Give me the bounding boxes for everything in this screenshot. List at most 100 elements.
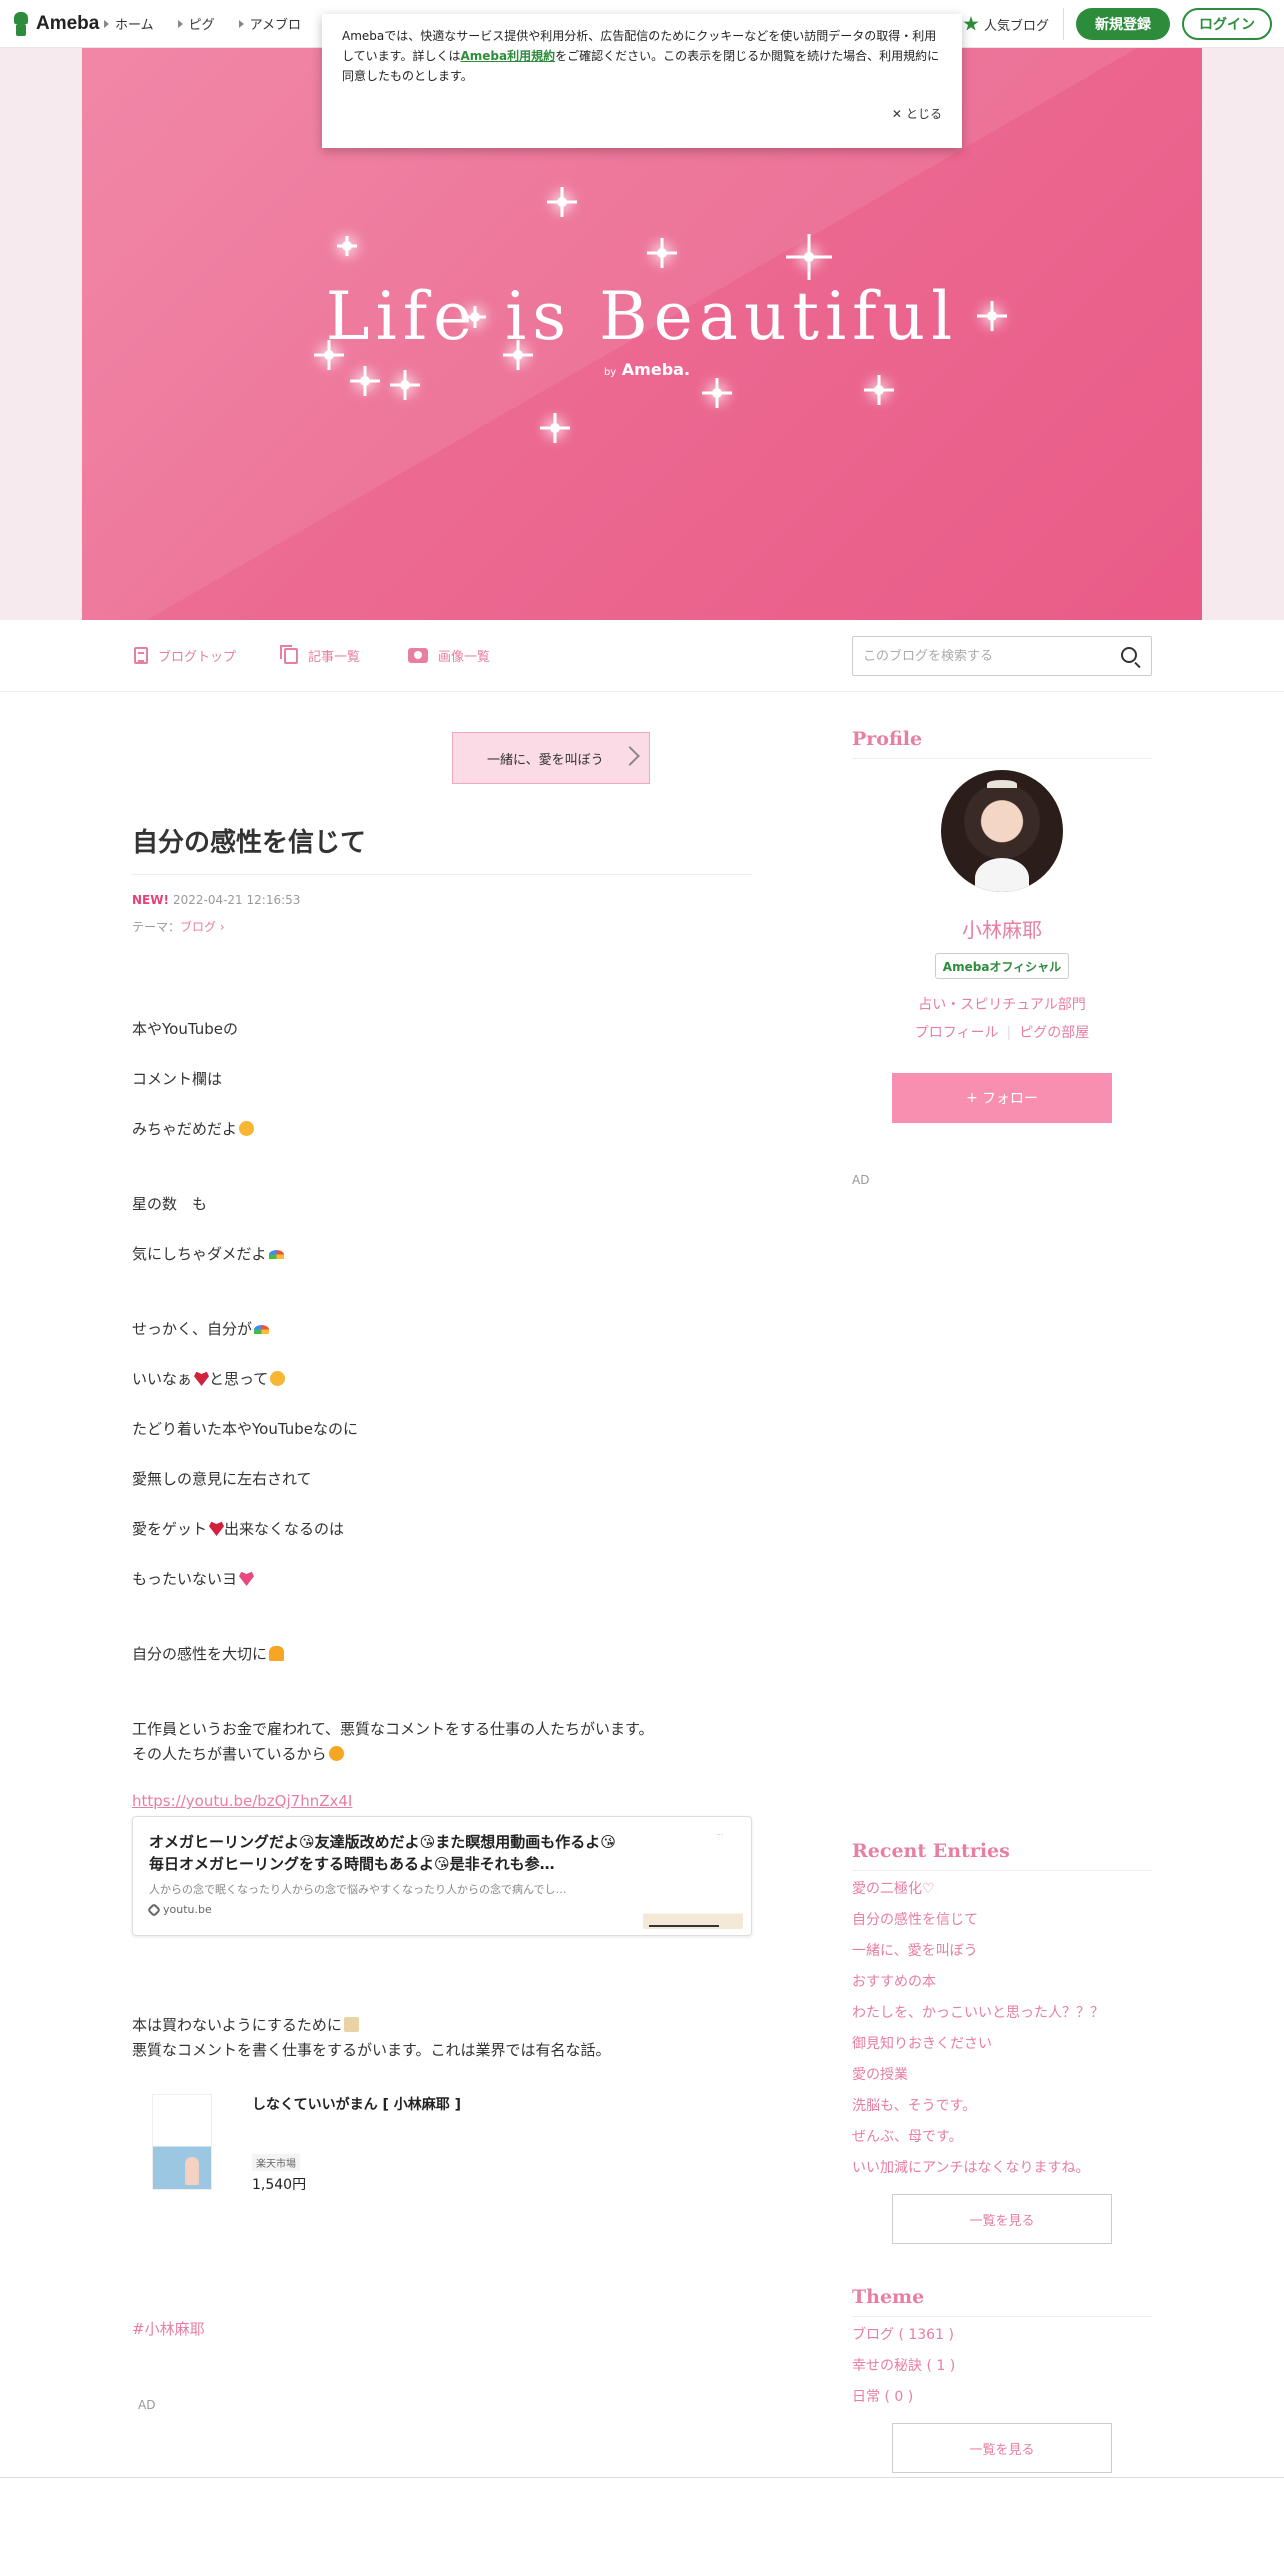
recent-entry-link[interactable]: 愛の二極化♡ <box>852 1878 935 1898</box>
heart-emoji-icon <box>194 1371 210 1386</box>
ameba-logo-icon <box>12 12 30 36</box>
theme-link[interactable]: ブログ ( 1361 ) <box>852 2324 954 2344</box>
divider <box>852 2316 1152 2317</box>
recent-entry-link[interactable]: いい加減にアンチはなくなりますね。 <box>852 2157 1089 2177</box>
related-entry-banner[interactable]: 一緒に、愛を叫ぼう <box>452 732 650 784</box>
profile-name[interactable]: 小林麻耶 <box>852 914 1152 943</box>
article-line: 本やYouTubeの <box>132 1020 238 1038</box>
chevron-right-icon <box>620 746 640 766</box>
recent-entry-link[interactable]: 一緒に、愛を叫ぼう <box>852 1940 978 1960</box>
rainbow-emoji-icon <box>254 1325 270 1334</box>
cookie-text: Amebaでは、快適なサービス提供や利用分析、広告配信のためにクッキーなどを使い… <box>342 29 940 83</box>
nav-blog-top[interactable]: ブログトップ <box>134 646 236 665</box>
login-button[interactable]: ログイン <box>1182 8 1272 40</box>
article-line: 工作員というお金で雇われて、悪質なコメントをする仕事の人たちがいます。 <box>132 1720 654 1738</box>
article-title[interactable]: 自分の感性を信じて <box>132 822 366 859</box>
article-line: 愛をゲット 出来なくなるのは <box>132 1520 345 1538</box>
product-card[interactable]: しなくていいがまん [ 小林麻耶 ] 楽天市場 1,540円 <box>132 2094 692 2194</box>
product-shop: 楽天市場 <box>252 2154 300 2171</box>
two-hearts-emoji-icon <box>239 1571 255 1586</box>
close-icon: ✕ <box>891 106 902 121</box>
terms-link[interactable]: Ameba利用規約 <box>460 49 555 63</box>
popular-blog-link[interactable]: 人気ブログ <box>963 8 1064 40</box>
hero-title: Life is Beautiful <box>325 278 959 355</box>
smile-emoji-icon <box>239 1121 255 1136</box>
recent-entry-link[interactable]: 愛の授業 <box>852 2064 908 2084</box>
article-line: 自分の感性を大切に <box>132 1642 285 1666</box>
recent-entry-link[interactable]: わたしを、かっこいいと思った人？？？ <box>852 2002 1104 2022</box>
profile-heading: Profile <box>852 728 923 750</box>
hero-byline: by Ameba. <box>603 360 691 379</box>
global-nav: ホーム ピグ アメブロ <box>104 14 301 33</box>
product-price: 1,540円 <box>252 2177 307 2193</box>
official-badge[interactable]: Amebaオフィシャル <box>935 953 1069 979</box>
triangle-right-icon <box>177 19 183 28</box>
theme-link[interactable]: 日常 ( 0 ) <box>852 2386 913 2406</box>
follow-button[interactable]: + フォロー <box>892 1073 1112 1123</box>
sparkle-icon <box>864 375 894 405</box>
ad-label: AD <box>852 1173 870 1187</box>
cookie-banner: Amebaでは、快適なサービス提供や利用分析、広告配信のためにクッキーなどを使い… <box>322 14 962 148</box>
article-line: せっかく、自分が <box>132 1317 270 1341</box>
article-line: 星の数 も <box>132 1195 208 1213</box>
logo-text: Ameba <box>36 13 100 34</box>
nav-image-list[interactable]: 画像一覧 <box>408 646 490 665</box>
header-actions: 人気ブログ 新規登録 ログイン <box>963 8 1272 40</box>
article-line: もったいないヨ <box>132 1567 255 1591</box>
star-icon <box>963 16 979 31</box>
ameba-logo[interactable]: Ameba <box>12 11 99 37</box>
sparkle-icon <box>702 378 732 408</box>
profile-category[interactable]: 占い・スピリチュアル部門 <box>852 994 1152 1014</box>
blog-nav: ブログトップ 記事一覧 画像一覧 <box>0 620 1284 692</box>
link-preview-card[interactable]: オメガヒーリングだよ😘友達版改めだよ😘また瞑想用動画も作るよ😘毎日オメガヒーリン… <box>132 1816 752 1936</box>
register-button[interactable]: 新規登録 <box>1076 8 1170 40</box>
camera-icon <box>408 648 429 663</box>
divider <box>852 758 1152 759</box>
triangle-right-icon <box>238 19 244 28</box>
blog-search <box>852 636 1152 676</box>
heart-emoji-icon <box>209 1521 225 1536</box>
pig-room-link[interactable]: ピグの部屋 <box>1019 1025 1089 1041</box>
recent-entry-link[interactable]: おすすめの本 <box>852 1971 936 1991</box>
recent-entry-link[interactable]: 洗脳も、そうです。 <box>852 2095 976 2115</box>
article-meta: NEW! 2022-04-21 12:16:53 <box>132 893 300 907</box>
recent-more-button[interactable]: 一覧を見る <box>892 2194 1112 2244</box>
sparkle-icon <box>647 238 677 268</box>
search-icon[interactable] <box>1121 647 1137 663</box>
nav-entry-list[interactable]: 記事一覧 <box>280 644 360 665</box>
preview-title: オメガヒーリングだよ😘友達版改めだよ😘また瞑想用動画も作るよ😘毎日オメガヒーリン… <box>149 1833 616 1873</box>
product-image <box>152 2094 212 2190</box>
article-theme: テーマ：ブログ › <box>132 920 225 934</box>
sparkle-icon <box>540 413 570 443</box>
avatar[interactable] <box>941 770 1063 892</box>
recent-entry-link[interactable]: 自分の感性を信じて <box>852 1909 978 1929</box>
theme-more-button[interactable]: 一覧を見る <box>892 2423 1112 2473</box>
article-line: 本は買わないようにするために <box>132 2013 359 2037</box>
profile-link[interactable]: プロフィール <box>915 1025 999 1041</box>
ad-label: AD <box>138 2398 156 2412</box>
nav-ameblo[interactable]: アメブロ <box>238 14 301 33</box>
rainbow-emoji-icon <box>268 1250 284 1259</box>
documents-icon <box>280 644 299 664</box>
theme-link[interactable]: ブログ › <box>180 920 225 934</box>
hugging-emoji-icon <box>328 1746 344 1761</box>
youtube-link[interactable]: https://youtu.be/bzQj7hnZx4I <box>132 1792 352 1810</box>
article-line: 悪質なコメントを書く仕事をするがいます。これは業界では有名な話。 <box>132 2041 611 2059</box>
theme-link[interactable]: 幸せの秘訣 ( 1 ) <box>852 2355 955 2375</box>
recent-entry-link[interactable]: 御見知りおきください <box>852 2033 992 2053</box>
new-badge: NEW! <box>132 893 169 907</box>
recent-entries-heading: Recent Entries <box>852 1840 1010 1862</box>
search-input[interactable] <box>863 648 1103 664</box>
product-name: しなくていいがまん [ 小林麻耶 ] <box>252 2097 461 2113</box>
article-line: 気にしちゃダメだよ <box>132 1242 284 1266</box>
cookie-close-button[interactable]: ✕ とじる <box>892 105 942 122</box>
hashtag-link[interactable]: #小林麻耶 <box>132 2318 205 2339</box>
recent-entry-link[interactable]: ぜんぶ、母です。 <box>852 2126 963 2146</box>
sparkle-icon <box>547 187 577 217</box>
article-line: その人たちが書いているから <box>132 1742 344 1766</box>
article-datetime: 2022-04-21 12:16:53 <box>172 893 301 907</box>
nav-pigg[interactable]: ピグ <box>177 14 215 33</box>
plus-icon: + <box>966 1090 978 1106</box>
sparkle-icon <box>786 234 832 280</box>
nav-home[interactable]: ホーム <box>104 14 154 33</box>
